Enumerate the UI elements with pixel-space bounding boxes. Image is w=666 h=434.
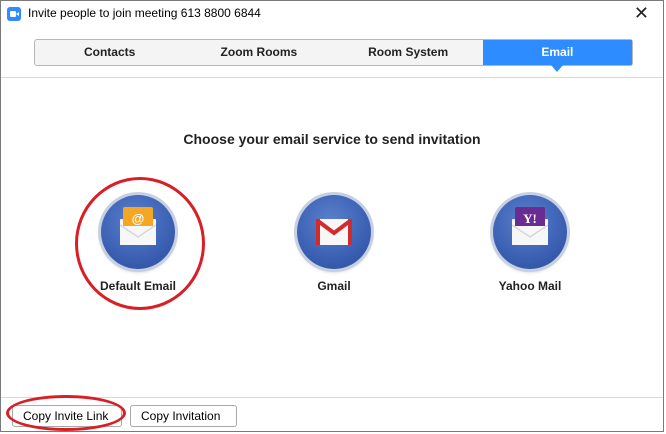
gmail-icon [297, 195, 371, 269]
invite-tabs: Contacts Zoom Rooms Room System Email [34, 39, 633, 72]
zoom-app-icon [7, 7, 21, 21]
title-bar: Invite people to join meeting 613 8800 6… [1, 1, 663, 28]
tab-zoom-rooms[interactable]: Zoom Rooms [184, 40, 333, 65]
tabs-divider [1, 77, 663, 78]
default-email-option[interactable]: @ Default Email [83, 195, 193, 293]
tab-email[interactable]: Email [482, 40, 632, 72]
footer-divider [1, 397, 663, 398]
yahoo-mail-label: Yahoo Mail [498, 279, 562, 293]
tab-room-system[interactable]: Room System [334, 40, 483, 65]
gmail-option[interactable]: Gmail [279, 195, 389, 293]
invite-dialog: Invite people to join meeting 613 8800 6… [0, 0, 664, 432]
yahoo-mail-icon: Y! [493, 195, 567, 269]
copy-invitation-button[interactable]: Copy Invitation [130, 405, 237, 427]
yahoo-mail-option[interactable]: Y! Yahoo Mail [475, 195, 585, 293]
tab-contacts[interactable]: Contacts [35, 40, 184, 65]
close-icon[interactable]: ✕ [634, 4, 649, 22]
email-service-heading: Choose your email service to send invita… [183, 131, 481, 147]
window-title: Invite people to join meeting 613 8800 6… [28, 6, 261, 20]
default-email-label: Default Email [99, 279, 177, 293]
copy-invite-link-button[interactable]: Copy Invite Link [12, 405, 122, 427]
gmail-label: Gmail [317, 279, 351, 293]
default-email-icon: @ [101, 195, 175, 269]
